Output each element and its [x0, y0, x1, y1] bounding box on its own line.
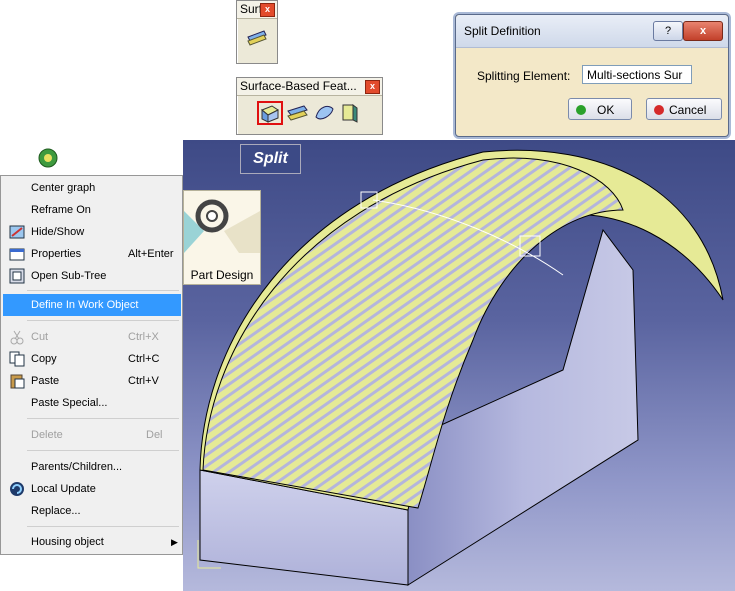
- menu-separator: [27, 526, 179, 527]
- help-button[interactable]: ?: [653, 21, 683, 41]
- menu-item-define-in-work-object[interactable]: Define In Work Object: [3, 294, 181, 316]
- menu-item-paste[interactable]: Paste Ctrl+V: [3, 370, 181, 392]
- paste-icon: [10, 374, 25, 389]
- copy-icon: [9, 351, 25, 367]
- menu-label: Cut: [31, 331, 49, 343]
- context-menu: Center graph Reframe On Hide/Show Proper…: [0, 175, 183, 555]
- properties-icon: [9, 248, 25, 261]
- menu-label: Copy: [31, 353, 57, 365]
- menu-item-hide-show[interactable]: Hide/Show: [3, 221, 181, 243]
- ok-button[interactable]: OK: [568, 98, 632, 120]
- menu-item-copy[interactable]: Copy Ctrl+C: [3, 348, 181, 370]
- menu-item-cut[interactable]: Cut Ctrl+X: [3, 326, 181, 348]
- splitting-element-label: Splitting Element:: [477, 69, 571, 83]
- scissors-icon: [10, 330, 24, 345]
- surface-icon[interactable]: [244, 25, 270, 49]
- split-definition-dialog: Split Definition ? x Splitting Element: …: [455, 14, 729, 137]
- cancel-button[interactable]: Cancel: [646, 98, 722, 120]
- 3d-viewport[interactable]: [183, 140, 735, 591]
- menu-item-housing-object[interactable]: Housing object ▶: [3, 531, 181, 553]
- sbf-toolbar-label: Surface-Based Feat...: [240, 79, 357, 93]
- gear-icon: [184, 199, 260, 253]
- menu-label: Open Sub-Tree: [31, 270, 107, 282]
- menu-label: Housing object: [31, 536, 104, 548]
- split-icon[interactable]: [257, 101, 283, 125]
- close-icon[interactable]: x: [365, 80, 380, 94]
- menu-label: Reframe On: [31, 204, 91, 216]
- split-tooltip: Split: [240, 144, 301, 174]
- part-design-workbench[interactable]: Part Design: [183, 190, 261, 285]
- ok-icon: [576, 105, 586, 115]
- splitting-element-field[interactable]: Multi-sections Sur: [582, 65, 692, 84]
- menu-separator: [27, 418, 179, 419]
- mouse-model: [197, 149, 724, 586]
- surface-toolbar-title[interactable]: Surf... x: [237, 1, 277, 19]
- menu-item-replace[interactable]: Replace...: [3, 500, 181, 522]
- menu-item-paste-special[interactable]: Paste Special...: [3, 392, 181, 414]
- close-surface-icon[interactable]: [311, 102, 337, 126]
- thick-surface-icon[interactable]: [285, 102, 311, 126]
- close-icon[interactable]: x: [260, 3, 275, 17]
- menu-label: Paste Special...: [31, 397, 108, 409]
- menu-item-center-graph[interactable]: Center graph: [3, 177, 181, 199]
- tree-node-label: Mouse body: [68, 147, 172, 168]
- update-icon: [10, 482, 24, 496]
- menu-label: Center graph: [31, 182, 96, 194]
- menu-item-local-update[interactable]: Local Update: [3, 478, 181, 500]
- close-button[interactable]: x: [683, 21, 723, 41]
- menu-item-open-sub-tree[interactable]: Open Sub-Tree: [3, 265, 181, 287]
- menu-item-reframe-on[interactable]: Reframe On: [3, 199, 181, 221]
- chevron-right-icon: ▶: [171, 537, 178, 547]
- menu-item-delete[interactable]: Delete Del: [3, 424, 181, 446]
- part-body-icon: [12, 148, 58, 168]
- menu-shortcut: Ctrl+C: [128, 353, 160, 365]
- menu-label: Parents/Children...: [31, 461, 123, 473]
- menu-label: Paste: [31, 375, 60, 387]
- menu-label: Local Update: [31, 483, 96, 495]
- menu-label: Replace...: [31, 505, 81, 517]
- menu-label: Properties: [31, 248, 82, 260]
- menu-item-properties[interactable]: Properties Alt+Enter: [3, 243, 181, 265]
- sew-surface-icon[interactable]: [337, 102, 363, 126]
- menu-shortcut: Del: [146, 429, 163, 441]
- part-design-label: Part Design: [190, 268, 254, 282]
- menu-label: Delete: [31, 429, 63, 441]
- menu-label: Define In Work Object: [31, 299, 139, 311]
- menu-label: Hide/Show: [31, 226, 85, 238]
- menu-shortcut: Alt+Enter: [128, 248, 174, 260]
- menu-item-parents-children[interactable]: Parents/Children...: [3, 456, 181, 478]
- menu-shortcut: Ctrl+X: [128, 331, 159, 343]
- cancel-label: Cancel: [669, 103, 707, 117]
- sbf-toolbar-title[interactable]: Surface-Based Feat... x: [237, 78, 382, 96]
- menu-shortcut: Ctrl+V: [128, 375, 159, 387]
- surface-based-features-toolbar: Surface-Based Feat... x: [236, 77, 383, 135]
- cancel-icon: [654, 105, 664, 115]
- menu-separator: [27, 320, 179, 321]
- ok-label: OK: [597, 103, 615, 117]
- hide-show-icon: [9, 225, 25, 239]
- menu-separator: [27, 290, 179, 291]
- sub-tree-icon: [9, 268, 25, 284]
- menu-separator: [27, 450, 179, 451]
- surface-toolbar: Surf... x: [236, 0, 278, 64]
- tree-node-mouse-body[interactable]: Mouse body: [6, 145, 181, 173]
